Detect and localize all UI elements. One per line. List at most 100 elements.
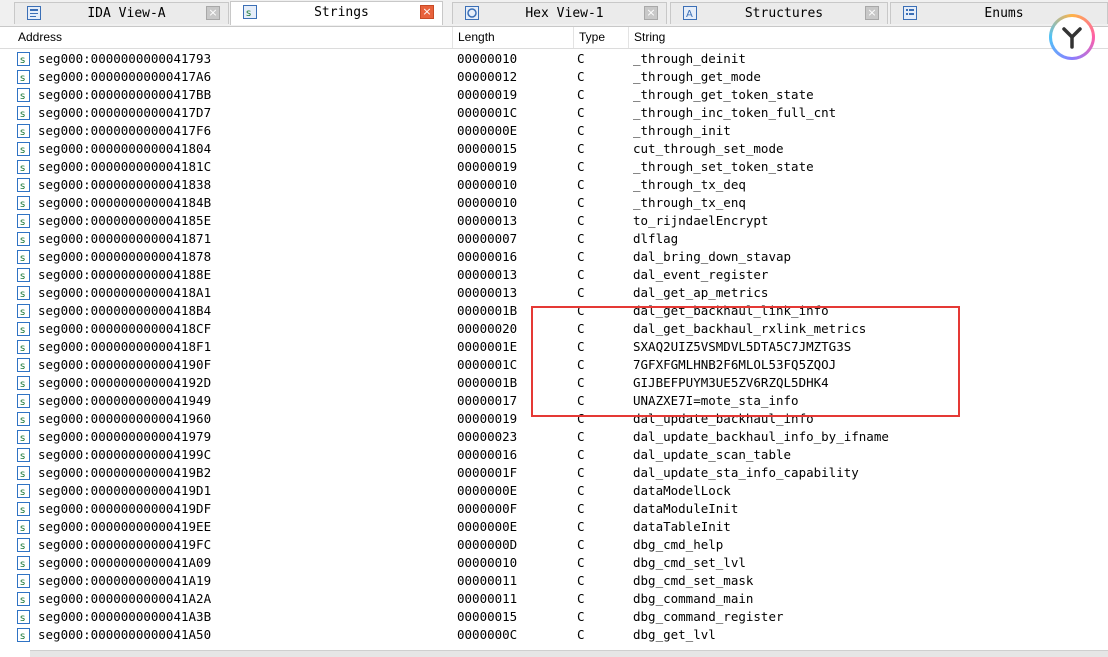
address-cell: seg000:0000000000041A09 <box>38 555 212 570</box>
length-cell: 00000013 <box>457 267 518 282</box>
length-cell: 0000000F <box>457 501 518 516</box>
string-entry-icon: s <box>17 628 30 642</box>
column-header-type[interactable]: Type <box>575 27 629 48</box>
svg-text:s: s <box>20 91 25 101</box>
table-row[interactable]: s seg000:000000000004188E 00000013 Cdal_eve… <box>0 266 1108 284</box>
close-icon[interactable]: × <box>865 6 879 20</box>
type-cell: C <box>577 249 585 264</box>
length-cell: 0000000C <box>457 627 518 642</box>
table-row[interactable]: s seg000:00000000000419EE 0000000E CdataTab… <box>0 518 1108 536</box>
table-row[interactable]: s seg000:00000000000418CF 00000020 Cdal_get… <box>0 320 1108 338</box>
tab-label: Structures <box>744 6 824 21</box>
enums-icon <box>903 6 917 20</box>
length-cell: 0000001C <box>457 105 518 120</box>
table-row[interactable]: s seg000:00000000000419DF 0000000F CdataMod… <box>0 500 1108 518</box>
column-header-address[interactable]: Address <box>14 27 453 48</box>
svg-text:s: s <box>20 55 25 65</box>
table-row[interactable]: s seg000:00000000000417D7 0000001C C _throug… <box>0 104 1108 122</box>
length-cell: 00000007 <box>457 231 518 246</box>
svg-text:s: s <box>20 253 25 263</box>
address-cell: seg000:00000000000419B2 <box>38 465 212 480</box>
table-row[interactable]: s seg000:00000000000419D1 0000000E CdataMod… <box>0 482 1108 500</box>
table-row[interactable]: s seg000:000000000004190F 0000001C C 7GFXFGM… <box>0 356 1108 374</box>
length-cell: 00000019 <box>457 87 518 102</box>
close-icon[interactable]: × <box>644 6 658 20</box>
tab-label: IDA View-A <box>87 6 166 21</box>
string-cell: _through_get_mode <box>633 69 761 84</box>
table-row[interactable]: s seg000:00000000000419FC 0000000D Cdbg_cmd… <box>0 536 1108 554</box>
address-cell: seg000:0000000000041793 <box>38 51 212 66</box>
length-cell: 0000001E <box>457 339 518 354</box>
type-cell: C <box>577 177 585 192</box>
string-cell: dal_event_register <box>633 267 769 282</box>
string-cell: UNAZXE7I=mote_sta_info <box>633 393 799 408</box>
svg-text:s: s <box>20 73 25 83</box>
table-row[interactable]: s seg000:00000000000418F1 0000001E C SXAQ2UI… <box>0 338 1108 356</box>
type-cell: C <box>577 627 585 642</box>
address-cell: seg000:0000000000041838 <box>38 177 212 192</box>
string-cell: dal_update_sta_info_capability <box>633 465 859 480</box>
length-cell: 00000020 <box>457 321 518 336</box>
type-cell: C <box>577 141 585 156</box>
table-row[interactable]: s seg000:0000000000041A19 00000011 Cdbg_cmd… <box>0 572 1108 590</box>
table-row[interactable]: s seg000:00000000000418A1 00000013 Cdal_get… <box>0 284 1108 302</box>
column-header-string[interactable]: String <box>630 27 1108 48</box>
string-entry-icon: s <box>17 520 30 534</box>
tab-ida-view-a[interactable]: IDA View-A × <box>14 2 229 24</box>
length-cell: 00000023 <box>457 429 518 444</box>
table-row[interactable]: s seg000:0000000000041A50 0000000C Cdbg_get… <box>0 626 1108 644</box>
table-row[interactable]: s seg000:000000000004185E 00000013 Cto_rijn… <box>0 212 1108 230</box>
type-cell: C <box>577 231 585 246</box>
string-cell: dlflag <box>633 231 679 246</box>
table-row[interactable]: s seg000:0000000000041878 00000016 Cdal_bri… <box>0 248 1108 266</box>
table-row[interactable]: s seg000:00000000000418B4 0000001B Cdal_get… <box>0 302 1108 320</box>
string-cell: dbg_command_main <box>633 591 754 606</box>
string-cell: dal_get_ap_metrics <box>633 285 769 300</box>
table-row[interactable]: s seg000:0000000000041960 00000019 Cdal_upd… <box>0 410 1108 428</box>
type-cell: C <box>577 393 585 408</box>
table-row[interactable]: s seg000:0000000000041979 00000023 Cdal_upd… <box>0 428 1108 446</box>
table-row[interactable]: s seg000:00000000000417F6 0000000E C _throug… <box>0 122 1108 140</box>
table-row[interactable]: s seg000:0000000000041949 00000017 C UNAZXE7… <box>0 392 1108 410</box>
table-row[interactable]: s seg000:00000000000417A6 00000012 C _throug… <box>0 68 1108 86</box>
tab-structures[interactable]: A Structures × <box>670 2 888 24</box>
svg-text:s: s <box>20 163 25 173</box>
table-row[interactable]: s seg000:0000000000041A2A 00000011 Cdbg_com… <box>0 590 1108 608</box>
string-cell: _through_tx_deq <box>633 177 746 192</box>
table-row[interactable]: s seg000:0000000000041793 00000010 C _throug… <box>0 50 1108 68</box>
type-cell: C <box>577 159 585 174</box>
tab-hex-view-1[interactable]: Hex View-1 × <box>452 2 667 24</box>
length-cell: 00000010 <box>457 555 518 570</box>
type-cell: C <box>577 591 585 606</box>
svg-text:s: s <box>20 199 25 209</box>
string-entry-icon: s <box>17 232 30 246</box>
string-entry-icon: s <box>17 358 30 372</box>
table-row[interactable]: s seg000:0000000000041A3B 00000015 Cdbg_com… <box>0 608 1108 626</box>
table-row[interactable]: s seg000:000000000004192D 0000001B C GIJBEFP… <box>0 374 1108 392</box>
table-row[interactable]: s seg000:0000000000041A09 00000010 Cdbg_cmd… <box>0 554 1108 572</box>
svg-text:s: s <box>20 541 25 551</box>
table-row[interactable]: s seg000:0000000000041871 00000007 Cdlflag <box>0 230 1108 248</box>
length-cell: 0000000D <box>457 537 518 552</box>
column-header-length[interactable]: Length <box>454 27 574 48</box>
table-row[interactable]: s seg000:000000000004184B 00000010 C _throug… <box>0 194 1108 212</box>
address-cell: seg000:000000000004192D <box>38 375 212 390</box>
length-cell: 00000010 <box>457 195 518 210</box>
column-header: Address Length Type String <box>0 27 1108 49</box>
length-cell: 00000017 <box>457 393 518 408</box>
table-row[interactable]: s seg000:0000000000041804 00000015 Ccut_thr… <box>0 140 1108 158</box>
close-icon[interactable]: × <box>420 5 434 19</box>
table-row[interactable]: s seg000:000000000004181C 00000019 C _throug… <box>0 158 1108 176</box>
type-cell: C <box>577 303 585 318</box>
table-row[interactable]: s seg000:00000000000417BB 00000019 C _throug… <box>0 86 1108 104</box>
table-row[interactable]: s seg000:0000000000041838 00000010 C _throug… <box>0 176 1108 194</box>
tab-label: Strings <box>314 5 369 20</box>
close-icon[interactable]: × <box>206 6 220 20</box>
string-cell: dbg_cmd_help <box>633 537 724 552</box>
address-cell: seg000:00000000000417BB <box>38 87 212 102</box>
tab-strings[interactable]: s Strings × <box>230 1 443 25</box>
address-cell: seg000:000000000004190F <box>38 357 212 372</box>
table-row[interactable]: s seg000:000000000004199C 00000016 Cdal_upd… <box>0 446 1108 464</box>
table-row[interactable]: s seg000:00000000000419B2 0000001F Cdal_upd… <box>0 464 1108 482</box>
string-cell: _through_deinit <box>633 51 746 66</box>
